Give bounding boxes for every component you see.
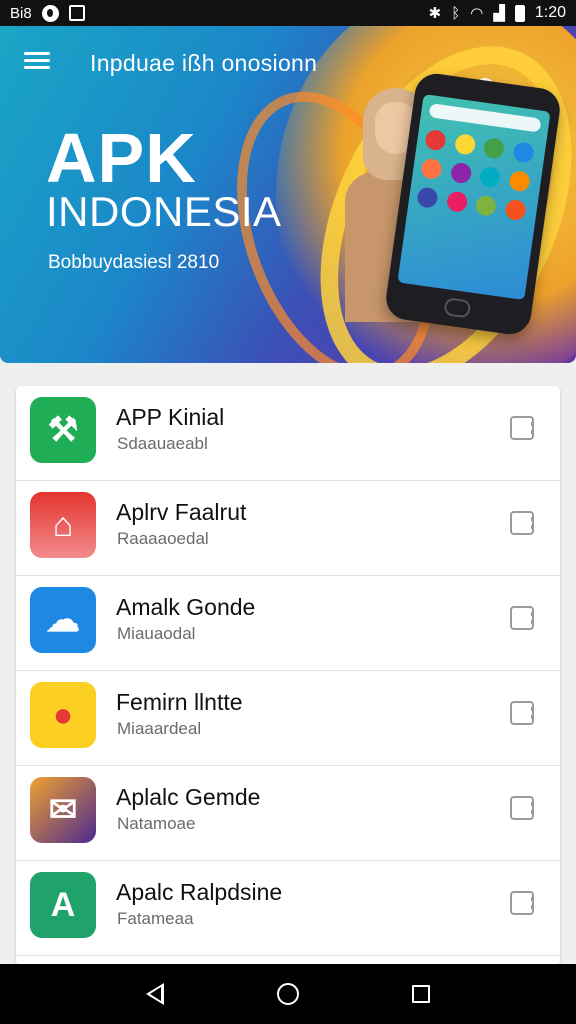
app-name: Aplalc Gemde bbox=[116, 784, 261, 810]
app-icon: ✉ bbox=[30, 777, 96, 843]
status-bar: Bi8 ✱ ᛒ ◠ ▟ 1:20 bbox=[0, 0, 576, 26]
image-icon bbox=[68, 5, 85, 21]
signal-icon: ▟ bbox=[493, 5, 505, 22]
bluetooth-icon: ✱ bbox=[428, 5, 442, 22]
install-icon[interactable] bbox=[510, 796, 534, 820]
app-name: APP Kinial bbox=[116, 404, 225, 430]
install-icon[interactable] bbox=[510, 701, 534, 725]
app-name: Femirn llntte bbox=[116, 689, 243, 715]
app-name: Amalk Gonde bbox=[116, 594, 256, 620]
list-item[interactable]: ⌂ Aplrv Faalrut Raaaaoedal bbox=[16, 481, 560, 576]
list-item[interactable]: ⚒ APP Kinial Sdaauaeabl bbox=[16, 386, 560, 481]
wifi-icon: ◠ bbox=[470, 5, 484, 22]
install-icon[interactable] bbox=[510, 416, 534, 440]
status-right: ✱ ᛒ ◠ ▟ 1:20 bbox=[429, 4, 566, 22]
recents-icon[interactable] bbox=[411, 985, 430, 1003]
list-item[interactable]: ☁ Amalk Gonde Miauaodal bbox=[16, 576, 560, 671]
list-item[interactable]: ● Femirn llntte Miaaardeal bbox=[16, 671, 560, 766]
back-icon[interactable] bbox=[146, 983, 165, 1005]
app-name: Aplrv Faalrut bbox=[116, 499, 247, 525]
app-subtitle: Sdaauaeabl bbox=[117, 434, 208, 453]
list-item[interactable]: A Apalc Ralpdsine Fatameaa bbox=[16, 861, 560, 956]
app-subtitle: Raaaaoedal bbox=[117, 529, 209, 548]
app-name: Apalc Ralpdsine bbox=[116, 879, 283, 905]
hero-title-secondary: INDONESIA bbox=[46, 188, 282, 235]
app-icon: ⚒ bbox=[30, 397, 96, 463]
status-text: Bi8 bbox=[10, 4, 32, 22]
app-subtitle: Miaaardeal bbox=[117, 719, 202, 738]
list-item[interactable]: ✉ Aplalc Gemde Natamoae bbox=[16, 766, 560, 861]
battery-icon bbox=[514, 4, 525, 22]
app-bar-title: Inpduae ißh onosionn bbox=[90, 50, 318, 76]
vibrate-icon: ᛒ bbox=[451, 4, 461, 22]
app-subtitle: Natamoae bbox=[117, 814, 196, 833]
app-icon: ☁ bbox=[30, 587, 96, 653]
app-list: ⚒ APP Kinial Sdaauaeabl ⌂ Aplrv Faalrut … bbox=[16, 386, 560, 966]
install-icon[interactable] bbox=[510, 511, 534, 535]
hero-title: APK bbox=[46, 119, 197, 197]
clock: 1:20 bbox=[534, 4, 566, 21]
home-icon[interactable] bbox=[276, 983, 299, 1005]
app-icon: ⌂ bbox=[30, 492, 96, 558]
install-icon[interactable] bbox=[510, 891, 534, 915]
app-subtitle: Fatameaa bbox=[117, 909, 194, 928]
status-left: Bi8 bbox=[10, 4, 85, 22]
app-icon: A bbox=[30, 872, 96, 938]
menu-icon[interactable] bbox=[24, 50, 50, 70]
system-nav-bar bbox=[0, 964, 576, 1024]
hero-banner: Inpduae ißh onosionn APK INDONESIA Bobbu… bbox=[0, 26, 576, 363]
app-icon: ● bbox=[30, 682, 96, 748]
hero-subtitle: Bobbuydasiesl 2810 bbox=[48, 252, 220, 273]
install-icon[interactable] bbox=[510, 606, 534, 630]
notification-icon bbox=[41, 4, 59, 22]
app-subtitle: Miauaodal bbox=[117, 624, 196, 643]
